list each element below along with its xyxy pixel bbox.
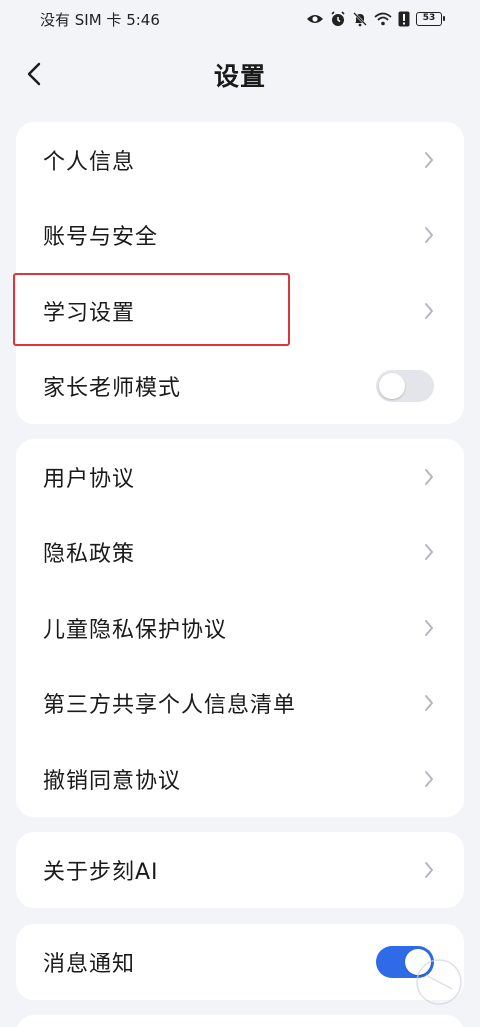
row-account-security[interactable]: 账号与安全 (16, 198, 464, 274)
notification-card: 消息通知 (16, 924, 464, 1000)
row-label: 关于步刻AI (43, 859, 159, 885)
page-title: 设置 (213, 62, 266, 91)
row-label: 撤销同意协议 (43, 768, 182, 794)
agreements-card: 用户协议 隐私政策 儿童隐私保护协议 第三方共享个人信息清单 撤销同意协议 (16, 439, 464, 817)
row-parent-teacher-mode: 家长老师模式 (16, 349, 464, 425)
chevron-right-icon (424, 226, 434, 244)
row-label: 消息通知 (43, 951, 136, 977)
chevron-right-icon (424, 861, 434, 879)
status-bar: 没有 SIM 卡 5:46 53 (0, 0, 480, 38)
row-study-settings[interactable]: 学习设置 (16, 273, 464, 349)
chevron-right-icon (424, 543, 434, 561)
eye-icon (306, 12, 324, 26)
alarm-icon (330, 11, 346, 27)
chevron-right-icon (424, 302, 434, 320)
about-card: 关于步刻AI (16, 832, 464, 908)
row-personal-info[interactable]: 个人信息 (16, 122, 464, 198)
carrier-time: 没有 SIM 卡 5:46 (40, 10, 160, 29)
account-settings-card: 个人信息 账号与安全 学习设置 家长老师模式 (16, 122, 464, 424)
row-label: 用户协议 (43, 466, 136, 492)
row-label: 账号与安全 (43, 225, 159, 251)
row-revoke-consent[interactable]: 撤销同意协议 (16, 741, 464, 817)
chevron-left-icon (27, 62, 41, 86)
notifications-toggle[interactable] (376, 945, 434, 978)
row-label: 个人信息 (43, 149, 136, 175)
row-label: 儿童隐私保护协议 (43, 617, 228, 643)
row-privacy-policy[interactable]: 隐私政策 (16, 515, 464, 591)
chevron-right-icon (424, 151, 434, 169)
wifi-icon (374, 12, 392, 26)
back-button[interactable] (14, 54, 54, 94)
chevron-right-icon (424, 468, 434, 486)
chevron-right-icon (424, 770, 434, 788)
chevron-right-icon (424, 619, 434, 637)
status-icons: 53 (306, 11, 445, 27)
chevron-right-icon (424, 694, 434, 712)
row-label: 隐私政策 (43, 542, 136, 568)
row-user-agreement[interactable]: 用户协议 (16, 439, 464, 515)
battery-icon: 53 (416, 12, 445, 26)
nav-bar: 设置 (0, 44, 480, 106)
row-child-privacy[interactable]: 儿童隐私保护协议 (16, 590, 464, 666)
row-label: 学习设置 (43, 300, 136, 326)
row-about[interactable]: 关于步刻AI (16, 832, 464, 908)
row-third-party-sharing[interactable]: 第三方共享个人信息清单 (16, 666, 464, 742)
row-notifications: 消息通知 (16, 924, 464, 1000)
row-label: 第三方共享个人信息清单 (43, 693, 297, 719)
row-label: 家长老师模式 (43, 376, 182, 402)
mute-icon (352, 11, 368, 27)
toggle-knob (379, 373, 405, 400)
parent-teacher-mode-toggle[interactable] (376, 370, 434, 403)
next-card-partial (16, 1015, 464, 1027)
alert-icon (398, 11, 410, 27)
toggle-knob (405, 948, 431, 975)
